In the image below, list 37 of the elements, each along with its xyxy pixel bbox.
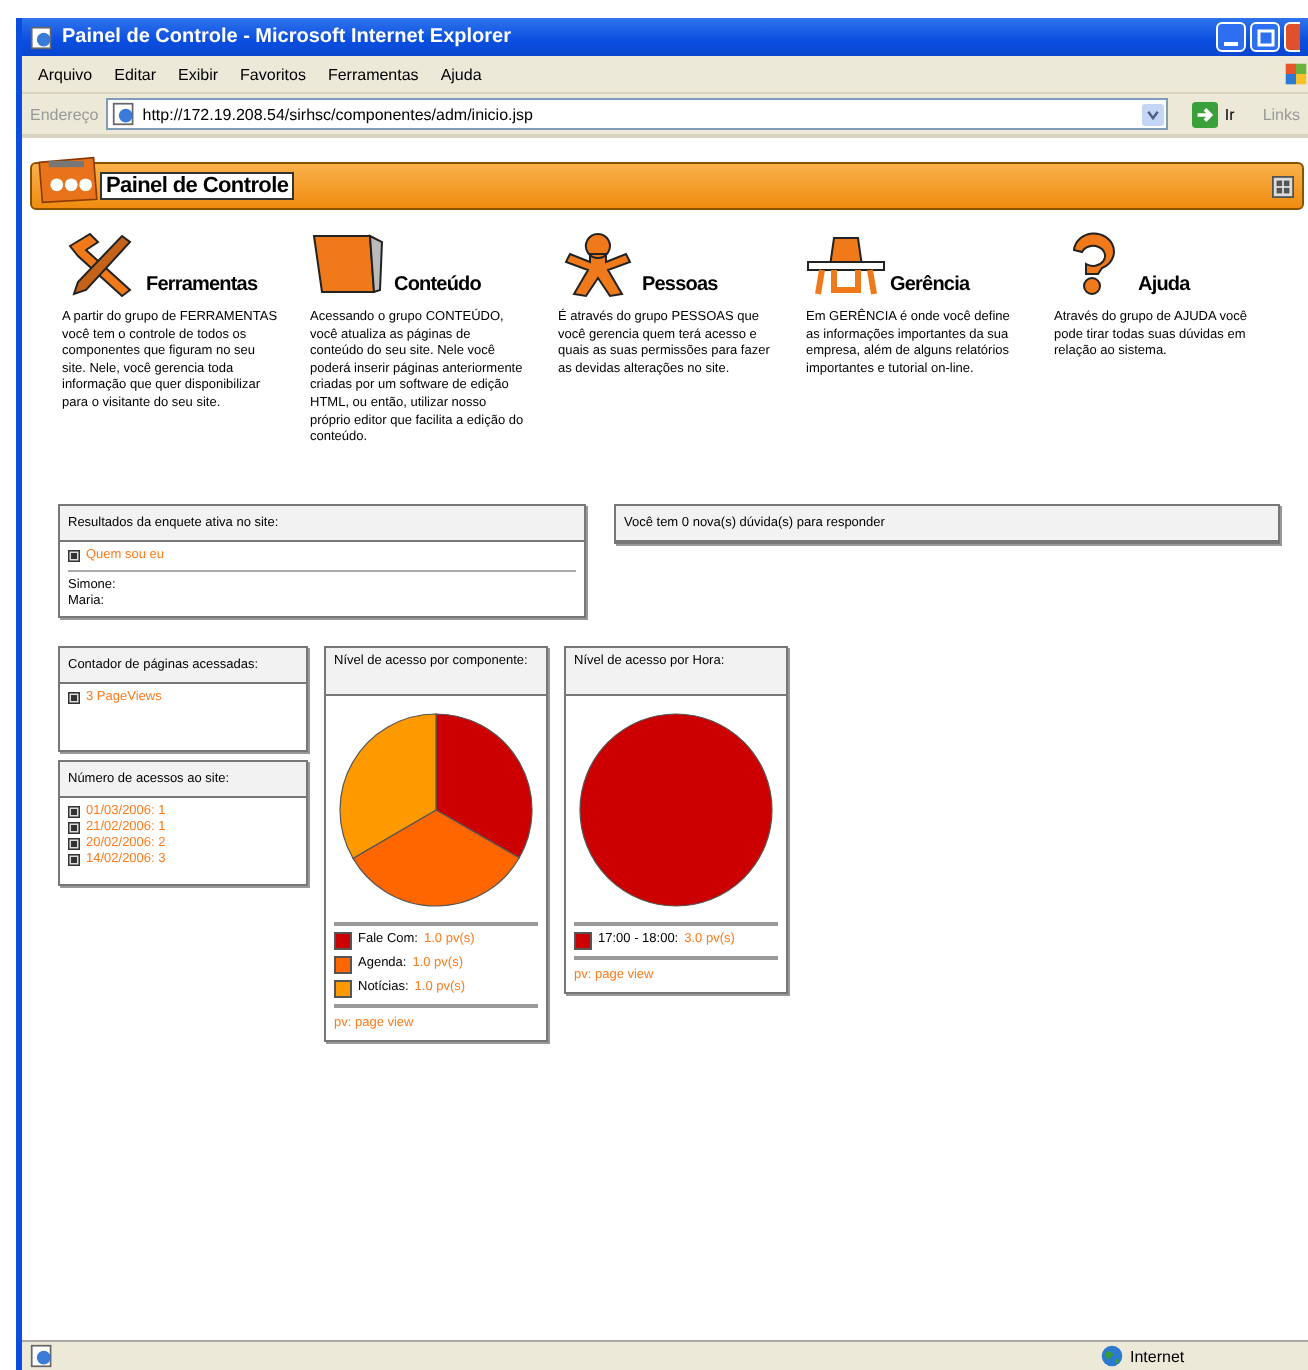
dropdown-icon[interactable] — [1142, 103, 1165, 125]
minimize-button[interactable] — [1216, 22, 1246, 52]
go-button[interactable]: Ir — [1176, 101, 1255, 127]
section-title[interactable]: Ajuda — [1138, 274, 1190, 296]
bullet-icon — [68, 691, 80, 704]
address-label: Endereço — [30, 105, 99, 123]
menu-item[interactable]: Exibir — [178, 65, 219, 83]
menu-item[interactable]: Favoritos — [240, 65, 306, 83]
section-title[interactable]: Ferramentas — [146, 274, 258, 296]
address-field[interactable]: http://172.19.208.54/sirhsc/componentes/adm/inicio.jsp — [106, 98, 1169, 130]
bullet-icon — [68, 821, 80, 834]
menu-item[interactable]: Editar — [114, 65, 157, 83]
maximize-icon — [1255, 27, 1275, 47]
header-title: Painel de Controle — [100, 172, 295, 200]
close-button[interactable] — [1284, 22, 1300, 52]
bullet-icon — [68, 805, 80, 818]
menu-item[interactable]: Ferramentas — [327, 65, 419, 83]
section-title[interactable]: Pessoas — [642, 274, 718, 296]
page-icon — [30, 1344, 54, 1368]
menu-item[interactable]: Arquivo — [38, 65, 93, 83]
page-icon — [30, 25, 54, 49]
bullet-icon — [68, 837, 80, 850]
globe-icon — [1100, 1344, 1124, 1368]
maximize-button[interactable] — [1250, 22, 1280, 52]
grid-icon[interactable] — [1272, 175, 1294, 197]
section-title[interactable]: Conteúdo — [394, 274, 481, 296]
minimize-icon — [1224, 41, 1238, 45]
bullet-icon — [68, 853, 80, 866]
window-title: Painel de Controle - Microsoft Internet Explorer — [62, 26, 511, 48]
arrow-icon — [1192, 101, 1219, 127]
section-title[interactable]: Gerência — [890, 274, 970, 296]
logo-icon — [36, 152, 100, 208]
windows-logo-icon — [1284, 62, 1308, 86]
bullet-icon — [68, 549, 80, 562]
page-icon — [112, 102, 137, 126]
menu-item[interactable]: Ajuda — [440, 65, 482, 83]
zone-label: Internet — [1130, 1347, 1185, 1365]
